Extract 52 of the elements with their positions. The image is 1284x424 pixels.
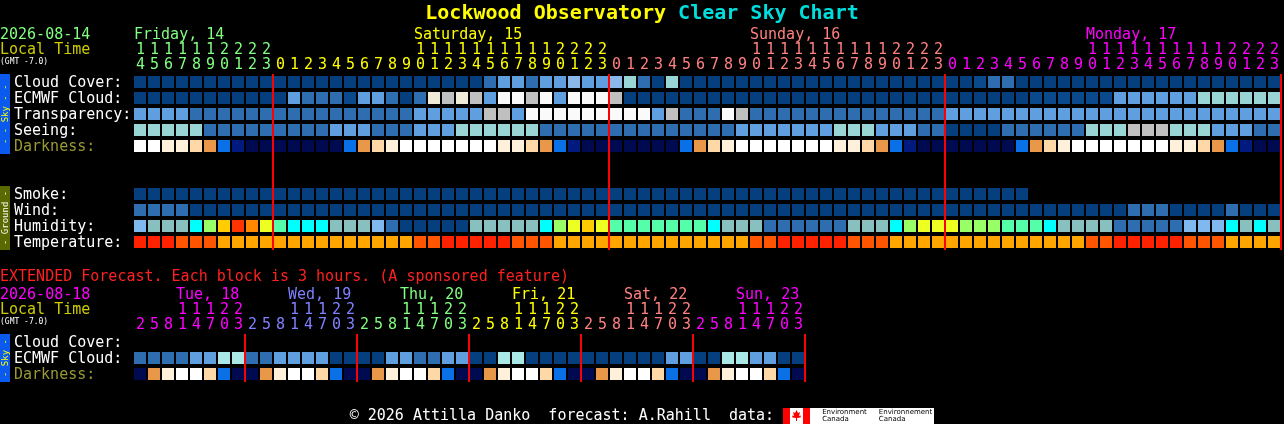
day-label: Monday, 17 <box>1086 27 1177 42</box>
forecast-date: 2026-08-14 <box>0 27 91 42</box>
hour-tens-digits: 11122 <box>626 302 696 317</box>
row-label: Wind: <box>14 202 60 218</box>
timezone-label: (GMT -7.0) <box>0 57 49 67</box>
row-label: Humidity: <box>14 218 96 234</box>
hour-digits: 25814703 <box>359 317 470 332</box>
hour-tens-digits: 11111111112222 <box>752 42 948 57</box>
row-label: Seeing: <box>14 122 78 138</box>
hour-digits: 4567890123 <box>135 57 274 72</box>
day-label: Sunday, 16 <box>750 27 841 42</box>
hour-tens-digits: 1111112222 <box>136 42 276 57</box>
hour-tens-digits: 11122 <box>178 302 248 317</box>
timezone-label: (GMT -7.0) <box>0 317 49 327</box>
day-label: Thu, 20 <box>400 287 464 302</box>
forecast-date: 2026-08-18 <box>0 287 91 302</box>
row-label: ECMWF Cloud: <box>14 90 123 106</box>
hour-tens-digits: 11122 <box>290 302 360 317</box>
day-label: Tue, 18 <box>176 287 240 302</box>
row-label: Cloud Cover: <box>14 334 123 350</box>
hour-digits: 012345678901234567890123 <box>611 57 946 72</box>
credits-text: © 2026 Attilla Danko forecast: A.Rahill data: <box>349 407 775 424</box>
hour-digits: 012345678901234567890123 <box>275 57 610 72</box>
row-label: ECMWF Cloud: <box>14 350 123 366</box>
chart-title: Clear Sky Chart <box>678 0 859 24</box>
observatory-name: Lockwood Observatory <box>425 0 667 24</box>
row-label: Temperature: <box>14 234 123 250</box>
day-label: Sat, 22 <box>624 287 688 302</box>
hour-digits: 25814703 <box>583 317 694 332</box>
row-label: Darkness: <box>14 366 96 382</box>
row-label: Darkness: <box>14 138 96 154</box>
day-label: Saturday, 15 <box>414 27 523 42</box>
local-time-label: Local Time <box>0 302 91 317</box>
day-label: Fri, 21 <box>512 287 576 302</box>
row-label: Cloud Cover: <box>14 74 123 90</box>
hour-tens-digits: 11122 <box>514 302 584 317</box>
extended-forecast-note: EXTENDED Forecast. Each block is 3 hours. (A sponsored feature) <box>0 268 570 284</box>
hour-digits: 25814703 <box>135 317 246 332</box>
local-time-label: Local Time <box>0 42 91 57</box>
hour-tens-digits: 11111111112222 <box>416 42 612 57</box>
hour-tens-digits: 11111111112222 <box>1088 42 1284 57</box>
day-label: Wed, 19 <box>288 287 352 302</box>
row-label: Transparency: <box>14 106 132 122</box>
hour-digits: 012345678901234567890123 <box>947 57 1282 72</box>
row-label: Smoke: <box>14 186 69 202</box>
day-label: Friday, 14 <box>134 27 225 42</box>
hour-digits: 25814703 <box>695 317 806 332</box>
hour-digits: 25814703 <box>247 317 358 332</box>
hour-tens-digits: 11122 <box>738 302 808 317</box>
hour-tens-digits: 11122 <box>402 302 472 317</box>
hour-digits: 25814703 <box>471 317 582 332</box>
day-label: Sun, 23 <box>736 287 800 302</box>
